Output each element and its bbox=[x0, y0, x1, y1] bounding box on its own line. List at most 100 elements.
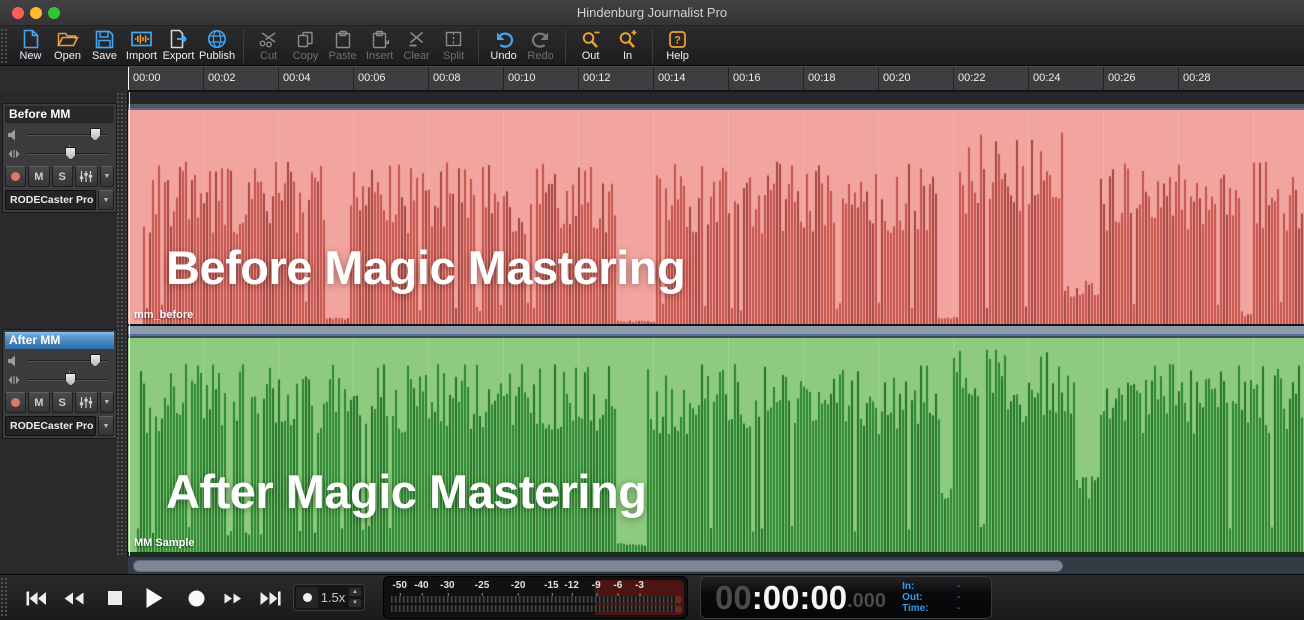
stop-button[interactable] bbox=[104, 575, 126, 620]
zoom-out-button[interactable]: Out bbox=[572, 27, 609, 65]
export-button[interactable]: Export bbox=[160, 27, 197, 65]
record-dot-icon bbox=[11, 398, 20, 407]
toolbar-label: Out bbox=[582, 50, 600, 62]
playhead-marker[interactable] bbox=[128, 67, 129, 90]
help-button[interactable]: ? Help bbox=[659, 27, 696, 65]
playback-speed-control[interactable]: 1.5x ▲ ▼ bbox=[293, 584, 365, 611]
clip-led bbox=[675, 606, 682, 613]
paste-clipboard-icon bbox=[334, 29, 352, 49]
new-document-icon bbox=[22, 29, 40, 49]
record-arm-button[interactable] bbox=[5, 392, 26, 413]
track-options-button[interactable]: ▼ bbox=[100, 166, 114, 187]
mute-button[interactable]: M bbox=[28, 166, 49, 187]
device-dropdown-button[interactable]: ▼ bbox=[98, 416, 114, 436]
redo-button[interactable]: Redo bbox=[522, 27, 559, 65]
waveform-lane-before-mm[interactable]: Before Magic Mastering mm_before bbox=[128, 110, 1304, 324]
track-name-selected[interactable]: After MM bbox=[5, 332, 114, 349]
mixer-sliders-icon bbox=[79, 396, 93, 409]
input-device-select[interactable]: RODECaster Pro St... bbox=[5, 190, 96, 210]
toolbar-label: Clear bbox=[403, 50, 429, 62]
publish-button[interactable]: Publish bbox=[197, 27, 237, 65]
rewind-button[interactable] bbox=[60, 575, 88, 620]
mixer-button[interactable] bbox=[75, 392, 98, 413]
clip-indicators bbox=[675, 596, 682, 613]
track-divider[interactable] bbox=[128, 324, 1304, 338]
track-name[interactable]: Before MM bbox=[5, 106, 114, 123]
pan-slider[interactable] bbox=[25, 370, 112, 389]
save-button[interactable]: Save bbox=[86, 27, 123, 65]
split-button[interactable]: Split bbox=[435, 27, 472, 65]
mute-button[interactable]: M bbox=[28, 392, 49, 413]
time-display: 00 : 00:00 .000 In:- Out:- Time:- bbox=[700, 576, 992, 619]
device-dropdown-button[interactable]: ▼ bbox=[98, 190, 114, 210]
meter-led-strip-left bbox=[391, 596, 680, 603]
import-button[interactable]: Import bbox=[123, 27, 160, 65]
record-arm-button[interactable] bbox=[5, 166, 26, 187]
speed-decrease-button[interactable]: ▼ bbox=[348, 598, 362, 608]
transport-grip bbox=[0, 577, 9, 618]
toolbar-label: Split bbox=[443, 50, 464, 62]
new-button[interactable]: New bbox=[12, 27, 49, 65]
volume-slider-thumb[interactable] bbox=[90, 354, 101, 367]
pan-slider[interactable] bbox=[25, 144, 112, 163]
svg-text:?: ? bbox=[674, 34, 681, 46]
redo-arrow-icon bbox=[531, 29, 551, 49]
chevron-down-icon: ▼ bbox=[103, 173, 110, 180]
solo-button[interactable]: S bbox=[52, 166, 73, 187]
speed-value: 1.5x bbox=[318, 590, 348, 605]
copy-icon bbox=[296, 29, 315, 49]
volume-slider[interactable] bbox=[25, 125, 112, 144]
ruler-tick: 00:24 bbox=[1028, 67, 1103, 90]
toolbar-label: Open bbox=[54, 50, 81, 62]
fast-forward-button[interactable] bbox=[220, 575, 246, 620]
ruler-left-spacer bbox=[0, 66, 128, 92]
ruler-scale[interactable]: 00:00 00:02 00:04 00:06 00:08 00:10 00:1… bbox=[128, 66, 1304, 92]
waveform-lane-after-mm[interactable]: After Magic Mastering MM Sample bbox=[128, 338, 1304, 552]
toolbar-grip bbox=[0, 28, 9, 63]
transport-bar: 1.5x ▲ ▼ -50 -40 -30 -25 -20 -15 -12 -9 … bbox=[0, 574, 1304, 620]
undo-arrow-icon bbox=[494, 29, 514, 49]
sidebar-resize-handle[interactable] bbox=[116, 92, 126, 556]
pan-slider-thumb[interactable] bbox=[65, 147, 76, 160]
track-header-before-mm: Before MM bbox=[2, 103, 117, 213]
skip-to-start-button[interactable] bbox=[22, 575, 50, 620]
clear-button[interactable]: Clear bbox=[398, 27, 435, 65]
open-button[interactable]: Open bbox=[49, 27, 86, 65]
paste-button[interactable]: Paste bbox=[324, 27, 361, 65]
record-button[interactable] bbox=[184, 575, 208, 620]
play-button[interactable] bbox=[140, 575, 168, 620]
toolbar-label: New bbox=[19, 50, 41, 62]
toolbar-label: Help bbox=[666, 50, 689, 62]
ruler-tick: 00:22 bbox=[953, 67, 1028, 90]
input-device-select[interactable]: RODECaster Pro St... bbox=[5, 416, 96, 436]
mixer-button[interactable] bbox=[75, 166, 98, 187]
scrollbar-track[interactable] bbox=[128, 556, 1304, 574]
pan-icon bbox=[7, 375, 21, 385]
speed-increase-button[interactable]: ▲ bbox=[348, 587, 362, 597]
pan-slider-thumb[interactable] bbox=[65, 373, 76, 386]
track-options-button[interactable]: ▼ bbox=[100, 392, 114, 413]
zoom-in-button[interactable]: In bbox=[609, 27, 646, 65]
record-dot-icon bbox=[11, 172, 20, 181]
scrollbar-thumb[interactable] bbox=[133, 560, 1063, 572]
save-floppy-icon bbox=[95, 29, 114, 49]
waveform-after-mm bbox=[128, 338, 1304, 552]
undo-button[interactable]: Undo bbox=[485, 27, 522, 65]
horizontal-scrollbar bbox=[0, 556, 1304, 574]
zoom-in-magnifier-icon bbox=[618, 29, 638, 49]
time-colon: : bbox=[752, 579, 763, 617]
lane-top-strip bbox=[128, 92, 1304, 110]
insert-button[interactable]: Insert bbox=[361, 27, 398, 65]
split-icon bbox=[444, 29, 463, 49]
cut-button[interactable]: Cut bbox=[250, 27, 287, 65]
copy-button[interactable]: Copy bbox=[287, 27, 324, 65]
skip-to-end-button[interactable] bbox=[256, 575, 284, 620]
toolbar-label: Save bbox=[92, 50, 117, 62]
volume-slider[interactable] bbox=[25, 351, 112, 370]
ruler-tick: 00:18 bbox=[803, 67, 878, 90]
volume-slider-thumb[interactable] bbox=[90, 128, 101, 141]
track-lanes: Before Magic Mastering mm_before After M… bbox=[128, 92, 1304, 556]
import-audio-icon bbox=[131, 29, 152, 49]
solo-button[interactable]: S bbox=[52, 392, 73, 413]
ruler-tick: 00:08 bbox=[428, 67, 503, 90]
